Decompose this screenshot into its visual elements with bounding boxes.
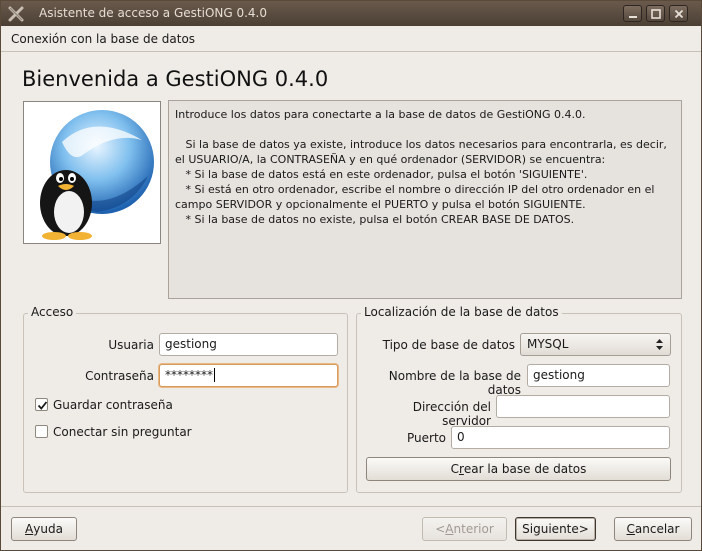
wizard-header: Conexión con la base de datos: [1, 26, 701, 52]
wizard-window: Asistente de acceso a GestiONG 0.4.0 Con…: [0, 0, 702, 551]
maximize-button[interactable]: [646, 5, 665, 22]
info-line: el USUARIO/A, la CONTRASEÑA y en qué ord…: [175, 153, 606, 166]
nombre-label: Nombre de la base de datos: [388, 369, 521, 397]
page-title: Bienvenida a GestiONG 0.4.0: [22, 67, 329, 91]
tipo-value: MYSQL: [527, 337, 569, 351]
tipo-select[interactable]: MYSQL: [520, 333, 671, 356]
acceso-legend: Acceso: [28, 305, 77, 319]
info-panel: Introduce los datos para conectarte a la…: [168, 100, 682, 299]
nombre-input[interactable]: gestiong: [527, 364, 670, 387]
conectar-checkbox[interactable]: [35, 425, 48, 438]
logo-image: [23, 101, 161, 244]
crear-base-datos-button[interactable]: Cr ear la base de datos: [366, 457, 671, 481]
usuario-label: Usuaria: [108, 338, 154, 352]
password-input[interactable]: ********: [159, 364, 338, 387]
ayuda-button[interactable]: Ayuda: [11, 517, 77, 541]
title-bar[interactable]: Asistente de acceso a GestiONG 0.4.0: [1, 1, 701, 26]
tipo-label: Tipo de base de datos: [382, 338, 515, 352]
usuario-input[interactable]: gestiong: [159, 333, 338, 356]
checkmark-icon: [37, 401, 48, 410]
info-line: Si la base de datos ya existe, introduce…: [175, 138, 667, 151]
penguin-globe-logo-icon: [40, 110, 154, 240]
direccion-input[interactable]: [496, 395, 670, 418]
cancelar-button[interactable]: Cancelar: [614, 517, 692, 541]
maximize-icon: [651, 9, 661, 19]
info-line: Introduce los datos para conectarte a la…: [175, 108, 586, 121]
direccion-label: Dirección del servidor: [412, 400, 491, 428]
info-line: * Si la base de datos no existe, pulsa e…: [175, 213, 575, 226]
puerto-label: Puerto: [407, 431, 446, 445]
guardar-checkbox[interactable]: [35, 398, 48, 411]
window-title: Asistente de acceso a GestiONG 0.4.0: [39, 6, 268, 20]
close-button[interactable]: [669, 5, 688, 22]
conectar-label[interactable]: Conectar sin preguntar: [53, 425, 192, 439]
localizacion-legend: Localización de la base de datos: [361, 305, 562, 319]
close-icon: [674, 9, 684, 19]
puerto-input[interactable]: 0: [451, 426, 670, 449]
minimize-icon: [629, 16, 637, 18]
anterior-button[interactable]: < Anterior: [422, 517, 507, 541]
password-mask: ********: [165, 368, 213, 382]
guardar-label[interactable]: Guardar contraseña: [53, 398, 173, 412]
info-line: * Si la base de datos está en este orden…: [175, 168, 588, 181]
siguiente-button[interactable]: Siguiente >: [515, 517, 596, 541]
info-line: * Si está en otro ordenador, escribe el …: [175, 183, 655, 196]
wizard-step-title: Conexión con la base de datos: [11, 32, 196, 46]
text-cursor: [214, 368, 215, 382]
footer-divider: [1, 506, 701, 507]
minimize-button[interactable]: [623, 5, 642, 22]
password-label: Contraseña: [85, 369, 154, 383]
updown-arrows-icon: [655, 337, 664, 355]
app-x-icon: [7, 5, 25, 23]
info-line: campo SERVIDOR y opcionalmente el PUERTO…: [175, 198, 586, 211]
